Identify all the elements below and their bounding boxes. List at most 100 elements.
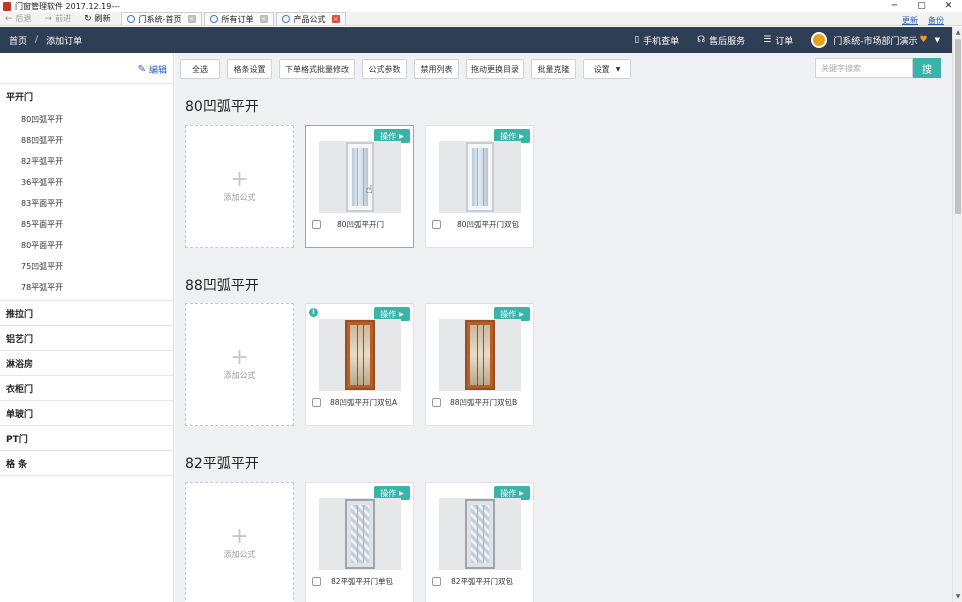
product-card[interactable]: 操作 ▶ 82平弧平开门单包: [305, 482, 414, 602]
update-link[interactable]: 更新: [902, 15, 918, 26]
maximize-button[interactable]: ▢: [908, 0, 935, 12]
close-button[interactable]: ✕: [935, 0, 962, 12]
section-title: 80凹弧平开: [185, 99, 259, 115]
sidebar-category[interactable]: 单玻门: [0, 401, 173, 426]
sidebar-subitem[interactable]: 78平弧平开: [0, 277, 173, 298]
select-checkbox[interactable]: [312, 576, 321, 586]
backup-link[interactable]: 备份: [928, 15, 944, 26]
refresh-icon: ↻: [84, 13, 92, 24]
globe-icon: [209, 15, 218, 23]
search-input[interactable]: 关键字搜索: [815, 58, 913, 78]
breadcrumb: 首页 / 添加订单: [9, 34, 82, 47]
scroll-down-icon[interactable]: ▼: [954, 593, 962, 600]
sidebar-subitem[interactable]: 75凹弧平开: [0, 256, 173, 277]
back-arrow-icon: ←: [5, 13, 13, 24]
section-title: 88凹弧平开: [185, 278, 259, 294]
tab-home[interactable]: 门系统-首页 ×: [120, 12, 202, 25]
browser-tabbar: ← 后退 → 前进 ↻ 刷新 门系统-首页 × 所有订单 × 产品公式 × 更新 备份: [0, 12, 962, 26]
sidebar-category[interactable]: 铝艺门: [0, 326, 173, 351]
mobile-query-link[interactable]: ▯ 手机查单: [634, 34, 679, 47]
select-checkbox[interactable]: [432, 576, 441, 586]
caret-right-icon: ▶: [399, 489, 404, 497]
sidebar-category[interactable]: 衣柜门: [0, 376, 173, 401]
caret-right-icon: ▶: [519, 489, 524, 497]
edit-button[interactable]: ✎ 编辑: [138, 63, 167, 76]
caret-right-icon: ▶: [519, 310, 524, 318]
sidebar-subitem[interactable]: 36平弧平开: [0, 172, 173, 193]
door-image: [345, 320, 375, 390]
section-title: 82平弧平开: [185, 456, 259, 472]
select-checkbox[interactable]: [312, 397, 321, 407]
window-titlebar: 门窗管理软件 2017.12.19--- ─ ▢ ✕: [0, 0, 962, 12]
add-formula-card[interactable]: + 添加公式: [185, 303, 294, 426]
formula-params-button[interactable]: 公式参数: [362, 59, 407, 79]
product-thumbnail: [439, 319, 521, 391]
sidebar-subitem[interactable]: 88凹弧平开: [0, 130, 173, 151]
sidebar-category[interactable]: 淋浴房: [0, 351, 173, 376]
after-sales-link[interactable]: ☊ 售后服务: [697, 34, 745, 47]
settings-dropdown[interactable]: 设置 ▼: [583, 59, 631, 79]
minimize-button[interactable]: ─: [881, 0, 908, 12]
caret-right-icon: ▶: [519, 132, 524, 140]
sidebar-category[interactable]: 格 条: [0, 451, 173, 476]
sidebar: ✎ 编辑 平开门 80凹弧平开 88凹弧平开 82平弧平开 36平弧平开 83平面…: [0, 53, 174, 602]
plus-icon: +: [230, 524, 249, 549]
sidebar-subitem[interactable]: 85平面平开: [0, 214, 173, 235]
scroll-up-icon[interactable]: ▲: [954, 29, 962, 36]
plus-icon: +: [230, 345, 249, 370]
forward-button[interactable]: → 前进: [45, 13, 72, 24]
add-formula-card[interactable]: + 添加公式: [185, 482, 294, 602]
scroll-thumb[interactable]: [955, 39, 961, 214]
product-thumbnail: ☝: [319, 141, 401, 213]
toolbar: 全选 格条设置 下单格式批量修改 公式参数 禁用列表 拖动更换目录 批量克隆 设…: [175, 58, 952, 80]
tab-close-icon[interactable]: ×: [331, 15, 340, 23]
chevron-down-icon: ▼: [934, 36, 940, 44]
disabled-list-button[interactable]: 禁用列表: [414, 59, 459, 79]
sidebar-subitem[interactable]: 80凹弧平开: [0, 109, 173, 130]
add-formula-card[interactable]: + 添加公式: [185, 125, 294, 248]
search-button[interactable]: 搜: [913, 58, 941, 78]
main-content: 全选 格条设置 下单格式批量修改 公式参数 禁用列表 拖动更换目录 批量克隆 设…: [175, 53, 952, 602]
product-card[interactable]: 操作 ▶ ☝ 80凹弧平开门: [305, 125, 414, 248]
hand-cursor-icon: ☝: [366, 183, 373, 196]
product-card[interactable]: 操作 ▶ 88凹弧平开门双包B: [425, 303, 534, 426]
batch-clone-button[interactable]: 批量克隆: [531, 59, 576, 79]
select-checkbox[interactable]: [432, 397, 441, 407]
product-name: 82平弧平开门双包: [451, 576, 514, 586]
tab-close-icon[interactable]: ×: [187, 15, 196, 23]
product-card[interactable]: 操作 ▶ 80凹弧平开门双包: [425, 125, 534, 248]
product-card[interactable]: 操作 ▶ 82平弧平开门双包: [425, 482, 534, 602]
select-checkbox[interactable]: [432, 219, 441, 229]
sidebar-subitem[interactable]: 82平弧平开: [0, 151, 173, 172]
app-icon: [3, 1, 11, 11]
drag-change-dir-button[interactable]: 拖动更换目录: [466, 59, 524, 79]
avatar: [811, 32, 828, 48]
tab-close-icon[interactable]: ×: [259, 15, 268, 23]
heart-icon: ♥: [919, 35, 928, 45]
back-button[interactable]: ← 后退: [5, 13, 32, 24]
sidebar-category-open[interactable]: 平开门: [0, 84, 173, 109]
info-icon[interactable]: i: [309, 308, 318, 317]
select-all-button[interactable]: 全选: [180, 59, 220, 79]
product-card[interactable]: i 操作 ▶ 88凹弧平开门双包A: [305, 303, 414, 426]
product-thumbnail: [319, 498, 401, 570]
refresh-button[interactable]: ↻ 刷新: [84, 13, 111, 24]
tab-product-formula[interactable]: 产品公式 ×: [275, 12, 346, 25]
forward-arrow-icon: →: [44, 13, 53, 24]
door-image: [465, 499, 495, 569]
sidebar-category[interactable]: 推拉门: [0, 301, 173, 326]
tab-all-orders[interactable]: 所有订单 ×: [203, 12, 274, 25]
sidebar-subitem[interactable]: 83平面平开: [0, 193, 173, 214]
batch-format-edit-button[interactable]: 下单格式批量修改: [279, 59, 355, 79]
caret-right-icon: ▶: [399, 310, 404, 318]
vertical-scrollbar[interactable]: ▲ ▼: [952, 27, 962, 602]
select-checkbox[interactable]: [312, 219, 321, 229]
sidebar-subitem[interactable]: 80平面平开: [0, 235, 173, 256]
user-menu[interactable]: 门系统-市场部门演示 ♥ ▼: [811, 32, 940, 48]
grille-settings-button[interactable]: 格条设置: [227, 59, 272, 79]
sidebar-category[interactable]: PT门: [0, 426, 173, 451]
orders-link[interactable]: ☰ 订单: [763, 34, 793, 47]
breadcrumb-home[interactable]: 首页: [9, 34, 27, 47]
phone-icon: ▯: [634, 35, 640, 45]
product-thumbnail: [319, 319, 401, 391]
